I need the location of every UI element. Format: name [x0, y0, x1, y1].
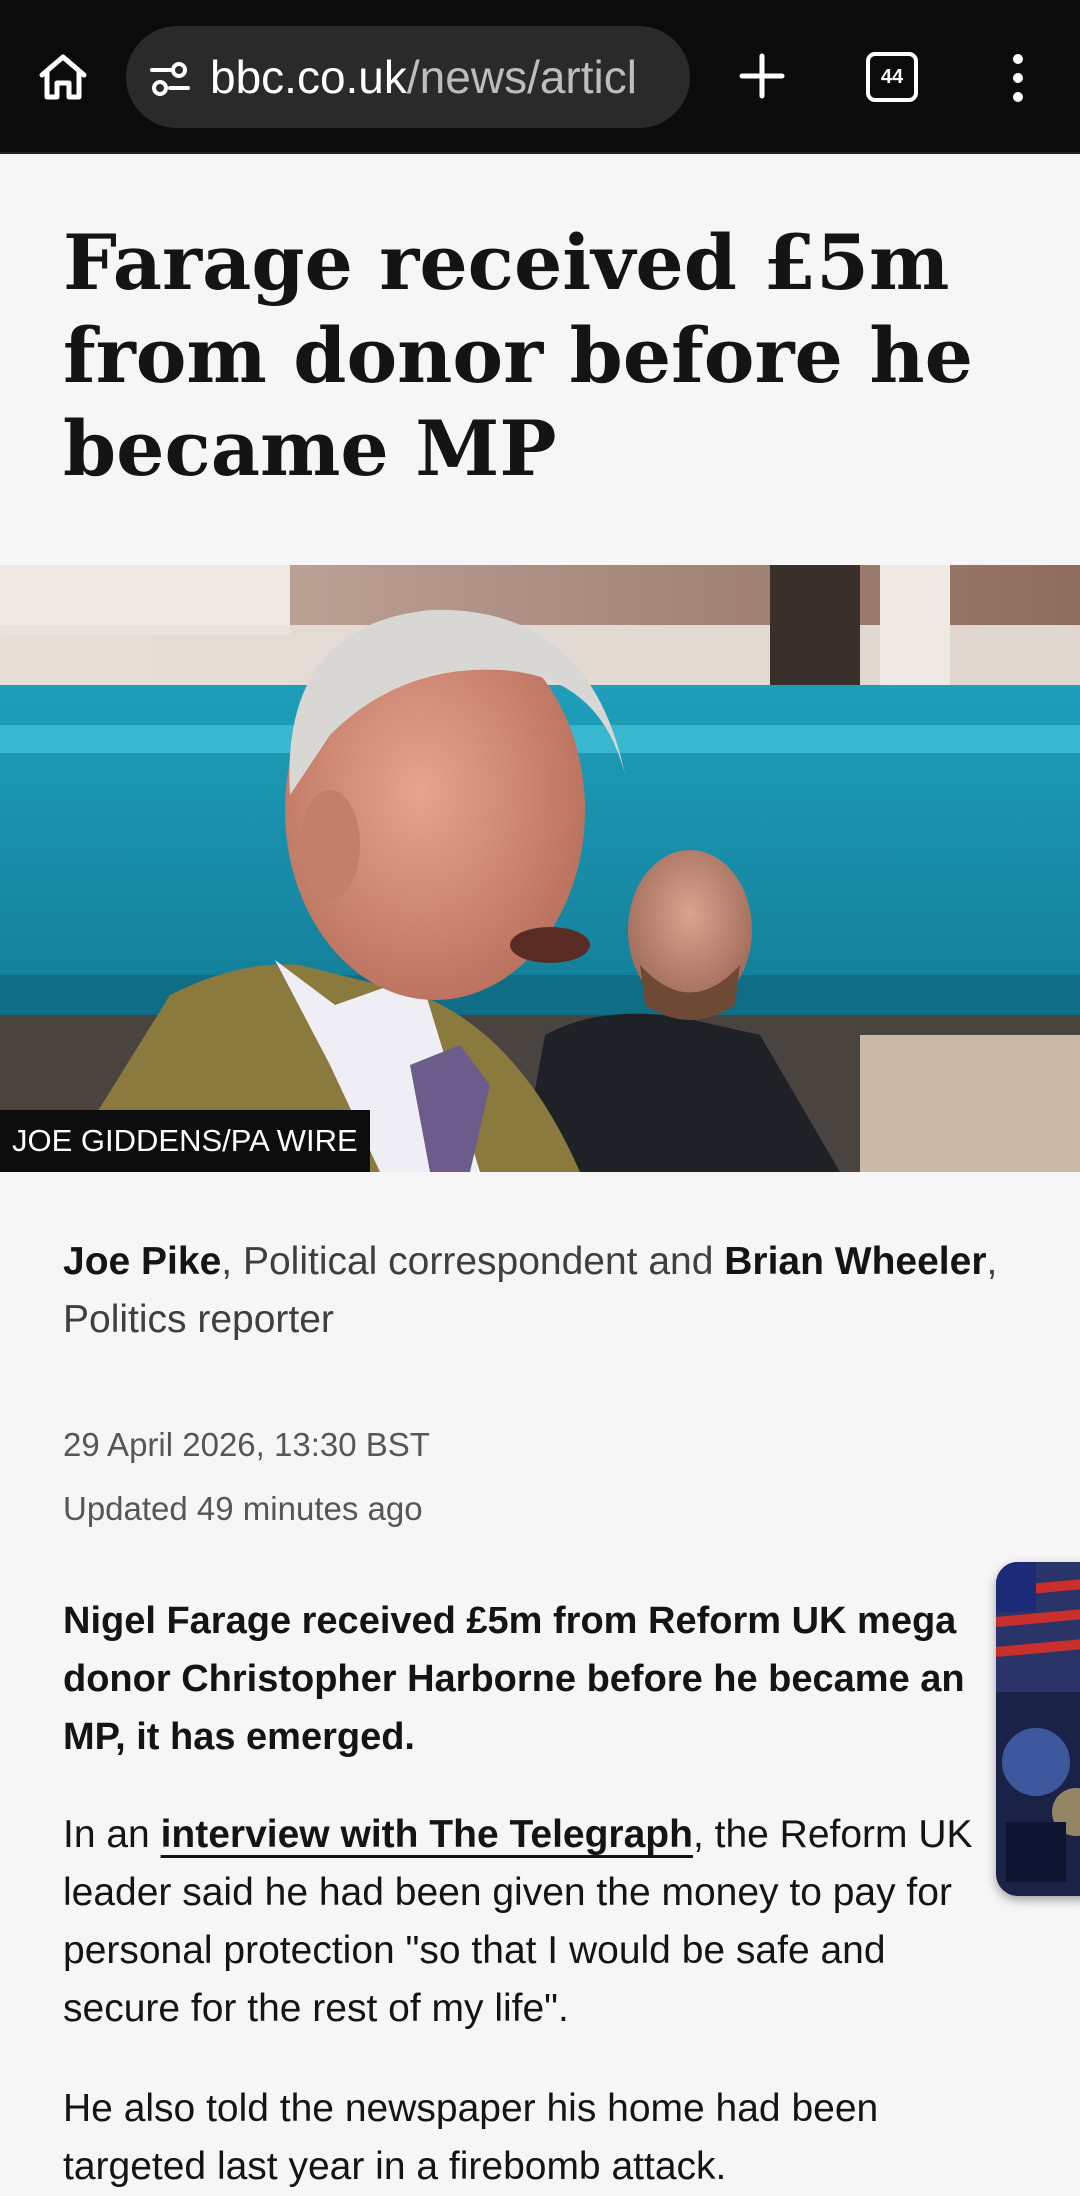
article-lead: Nigel Farage received £5m from Reform UK…	[63, 1600, 965, 1758]
browser-toolbar: bbc.co.uk/news/articl 44	[0, 0, 1080, 154]
article-hero-image	[0, 565, 1080, 1172]
paragraph-text: In an	[63, 1813, 161, 1856]
article-headline: Farage received £5m from donor before he…	[63, 218, 973, 493]
url-text[interactable]: bbc.co.uk/news/articl	[210, 50, 637, 104]
floating-video-thumbnail[interactable]	[996, 1562, 1080, 1896]
article-paragraph: He also told the newspaper his home had …	[63, 2087, 879, 2188]
image-credit: JOE GIDDENS/PA WIRE	[0, 1110, 370, 1172]
publish-date: 29 April 2026, 13:30 BST	[63, 1426, 430, 1463]
author-role: , Political correspondent and	[221, 1240, 725, 1283]
site-settings-icon[interactable]	[148, 60, 192, 98]
telegraph-interview-link[interactable]: interview with The Telegraph	[161, 1813, 693, 1856]
author-brian-wheeler[interactable]: Brian Wheeler	[724, 1240, 986, 1283]
url-path: /news/articl	[406, 51, 637, 103]
tab-count: 44	[866, 52, 918, 102]
address-bar[interactable]: bbc.co.uk/news/articl	[126, 26, 690, 128]
author-joe-pike[interactable]: Joe Pike	[63, 1240, 221, 1283]
home-icon[interactable]	[36, 50, 90, 104]
url-domain: bbc.co.uk	[210, 51, 407, 103]
byline: Joe Pike, Political correspondent and Br…	[63, 1233, 1023, 1349]
updated-time: Updated 49 minutes ago	[63, 1490, 423, 1527]
article-paragraph: In an interview with The Telegraph, the …	[63, 1806, 1003, 2038]
tab-switcher-icon[interactable]: 44	[866, 52, 918, 102]
more-vert-icon[interactable]	[1000, 50, 1036, 106]
new-tab-plus-icon[interactable]	[734, 48, 790, 104]
